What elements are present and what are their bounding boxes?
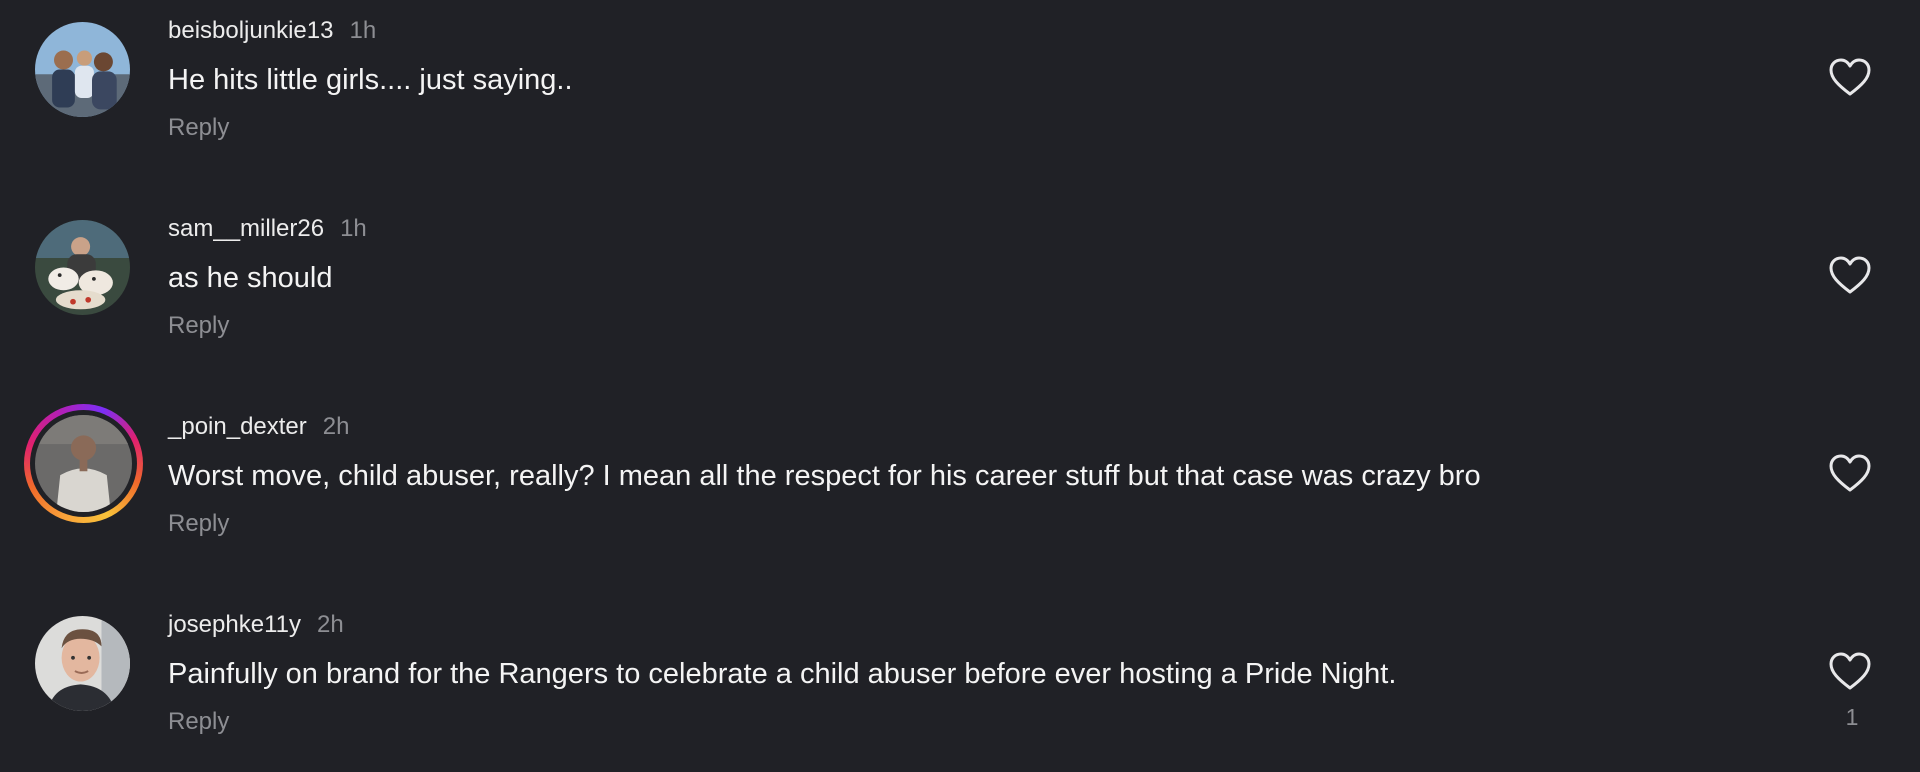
reply-button[interactable]: Reply [168,706,229,738]
avatar[interactable] [35,220,130,315]
comment-text: Worst move, child abuser, really? I mean… [168,460,1481,492]
like-button[interactable] [1828,651,1872,691]
comment-item: _poin_dexter 2h Worst move, child abuser,… [0,396,1920,594]
avatar-photo [35,22,130,117]
like-button[interactable] [1828,57,1872,97]
like-count: 1 [1845,704,1859,730]
comments-list: beisboljunkie13 1h He hits little girls..… [0,0,1920,772]
avatar [35,415,132,512]
like-button[interactable] [1828,255,1872,295]
avatar-photo [35,415,132,512]
timestamp: 2h [322,413,350,440]
heart-outline-icon [1829,256,1871,294]
comment-item: beisboljunkie13 1h He hits little girls..… [0,0,1920,198]
timestamp: 2h [316,611,344,638]
comment-item: sam__miller26 1h as he should Reply [0,198,1920,396]
comment-item: josephke11y 2h Painfully on brand for the… [0,594,1920,772]
reply-button[interactable]: Reply [168,112,229,144]
reply-button[interactable]: Reply [168,508,229,540]
heart-outline-icon [1829,652,1871,690]
avatar-photo [35,616,130,711]
avatar[interactable] [35,22,130,117]
comment-text: Painfully on brand for the Rangers to ce… [168,658,1397,690]
avatar-story-ring[interactable] [24,404,143,523]
heart-outline-icon [1829,454,1871,492]
comment-text: as he should [168,262,333,294]
like-button[interactable] [1828,453,1872,493]
username[interactable]: beisboljunkie13 [168,17,333,44]
username[interactable]: sam__miller26 [168,215,324,242]
timestamp: 1h [349,17,377,44]
username[interactable]: josephke11y [168,611,301,638]
avatar-ring-gap [30,410,137,517]
timestamp: 1h [340,215,367,242]
reply-button[interactable]: Reply [168,310,229,342]
avatar[interactable] [35,616,130,711]
comment-text: He hits little girls.... just saying.. [168,64,573,96]
heart-outline-icon [1829,58,1871,96]
avatar-photo [35,220,130,315]
username[interactable]: _poin_dexter [168,413,307,440]
